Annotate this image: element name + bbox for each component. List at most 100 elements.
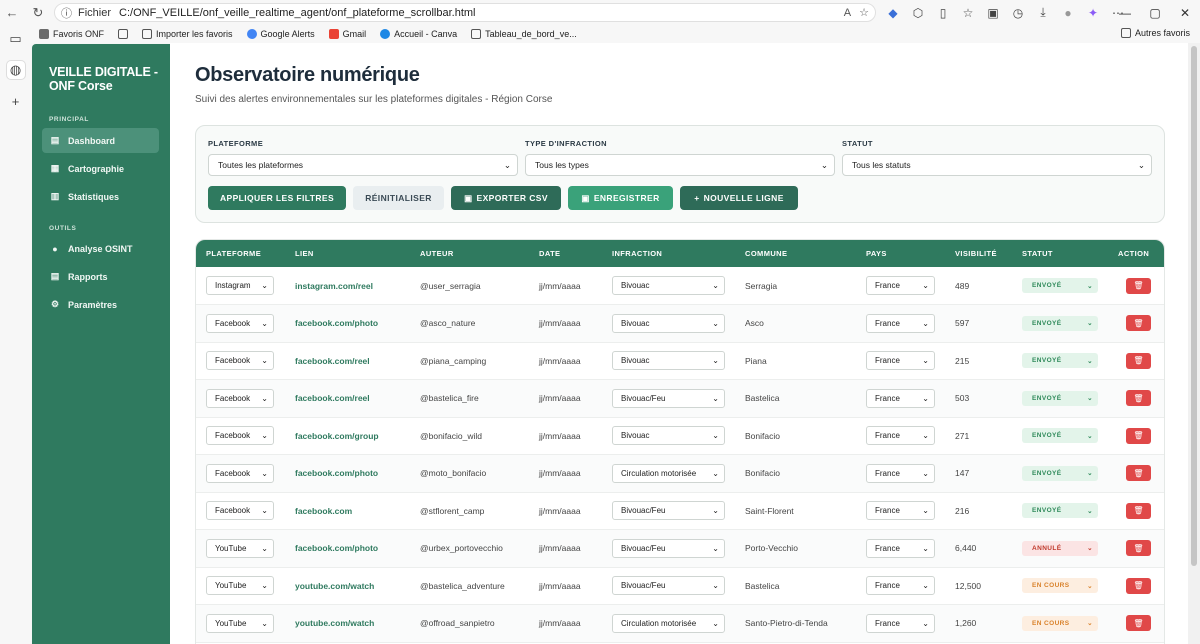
- date-cell[interactable]: jj/mm/aaaa: [529, 604, 602, 643]
- sidebar-item-statistiques[interactable]: ▥ Statistiques: [42, 184, 159, 209]
- platform-select[interactable]: Toutes les plateformes ⌄: [208, 154, 518, 176]
- type-select[interactable]: Tous les types ⌄: [525, 154, 835, 176]
- split-icon[interactable]: ▯: [934, 6, 952, 20]
- platform-cell-select[interactable]: YouTube ⌄: [206, 613, 274, 633]
- status-badge[interactable]: ENVOYÉ ⌄: [1022, 315, 1098, 331]
- platform-cell-select[interactable]: Facebook ⌄: [206, 313, 274, 333]
- bookmark-tableau[interactable]: Tableau_de_bord_ve...: [471, 29, 577, 39]
- infraction-select[interactable]: Bivouac ⌄: [612, 313, 725, 333]
- infraction-select[interactable]: Bivouac ⌄: [612, 426, 725, 446]
- date-cell[interactable]: jj/mm/aaaa: [529, 379, 602, 418]
- minimize-icon[interactable]: —: [1110, 6, 1140, 20]
- bookmark-canva[interactable]: Accueil - Canva: [380, 29, 457, 39]
- infraction-select[interactable]: Bivouac/Feu ⌄: [612, 538, 725, 558]
- page-scrollbar[interactable]: [1188, 43, 1200, 644]
- infraction-select[interactable]: Bivouac ⌄: [612, 351, 725, 371]
- country-select[interactable]: France ⌄: [866, 463, 935, 483]
- date-cell[interactable]: jj/mm/aaaa: [529, 304, 602, 343]
- delete-button[interactable]: 🗑: [1126, 577, 1151, 594]
- link[interactable]: facebook.com/photo: [295, 318, 378, 328]
- status-badge[interactable]: ENVOYÉ ⌄: [1022, 353, 1098, 369]
- date-cell[interactable]: jj/mm/aaaa: [529, 454, 602, 493]
- history-icon[interactable]: ◷: [1009, 6, 1027, 20]
- platform-cell-select[interactable]: Facebook ⌄: [206, 351, 274, 371]
- delete-button[interactable]: 🗑: [1126, 465, 1151, 482]
- export-csv-button[interactable]: ▣ EXPORTER CSV: [451, 186, 561, 210]
- link[interactable]: facebook.com/photo: [295, 543, 378, 553]
- platform-cell-select[interactable]: Facebook ⌄: [206, 388, 274, 408]
- country-select[interactable]: France ⌄: [866, 388, 935, 408]
- sidebar-item-rapports[interactable]: ▤ Rapports: [42, 264, 159, 289]
- extension-icon[interactable]: ◆: [884, 6, 902, 20]
- status-select[interactable]: Tous les statuts ⌄: [842, 154, 1152, 176]
- link[interactable]: youtube.com/watch: [295, 618, 374, 628]
- country-select[interactable]: France ⌄: [866, 501, 935, 521]
- link[interactable]: facebook.com/reel: [295, 393, 370, 403]
- country-select[interactable]: France ⌄: [866, 426, 935, 446]
- copilot-icon[interactable]: ✦: [1084, 6, 1102, 20]
- country-select[interactable]: France ⌄: [866, 276, 935, 295]
- status-badge[interactable]: ENVOYÉ ⌄: [1022, 503, 1098, 519]
- bookmark-device[interactable]: [118, 29, 129, 39]
- platform-cell-select[interactable]: YouTube ⌄: [206, 538, 274, 558]
- date-cell[interactable]: jj/mm/aaaa: [529, 417, 602, 455]
- date-cell[interactable]: jj/mm/aaaa: [529, 267, 602, 305]
- status-badge[interactable]: ANNULÉ ⌄: [1022, 540, 1098, 556]
- country-select[interactable]: France ⌄: [866, 351, 935, 371]
- status-badge[interactable]: EN COURS ⌄: [1022, 578, 1098, 594]
- read-aloud-icon[interactable]: A: [844, 7, 851, 19]
- favorite-star-icon[interactable]: ☆: [859, 6, 869, 19]
- platform-cell-select[interactable]: Facebook ⌄: [206, 426, 274, 446]
- delete-button[interactable]: 🗑: [1126, 352, 1151, 369]
- tab-actions-icon[interactable]: ▭: [6, 29, 26, 49]
- back-icon[interactable]: ←: [2, 3, 22, 23]
- link[interactable]: facebook.com/photo: [295, 468, 378, 478]
- status-badge[interactable]: ENVOYÉ ⌄: [1022, 465, 1098, 481]
- sidebar-item-analyse-osint[interactable]: ● Analyse OSINT: [42, 236, 159, 261]
- collections-icon[interactable]: ▣: [984, 6, 1002, 20]
- country-select[interactable]: France ⌄: [866, 613, 935, 633]
- bookmark-google-alerts[interactable]: Google Alerts: [246, 29, 315, 39]
- date-cell[interactable]: jj/mm/aaaa: [529, 529, 602, 568]
- country-select[interactable]: France ⌄: [866, 313, 935, 333]
- profile-avatar[interactable]: ●: [1059, 6, 1077, 20]
- delete-button[interactable]: 🗑: [1126, 277, 1151, 294]
- infraction-select[interactable]: Bivouac/Feu ⌄: [612, 501, 725, 521]
- link[interactable]: facebook.com/group: [295, 431, 379, 441]
- date-cell[interactable]: jj/mm/aaaa: [529, 492, 602, 530]
- delete-button[interactable]: 🗑: [1126, 615, 1151, 632]
- bookmark-import[interactable]: Importer les favoris: [142, 29, 233, 39]
- date-cell[interactable]: jj/mm/aaaa: [529, 342, 602, 380]
- new-tab-icon[interactable]: +: [6, 91, 26, 111]
- infraction-select[interactable]: Circulation motorisée ⌄: [612, 613, 725, 633]
- platform-cell-select[interactable]: Facebook ⌄: [206, 501, 274, 521]
- address-bar[interactable]: ⓘ Fichier C:/ONF_VEILLE/onf_veille_realt…: [54, 3, 876, 22]
- link[interactable]: facebook.com: [295, 506, 352, 516]
- close-icon[interactable]: ✕: [1170, 6, 1200, 20]
- sidebar-item-parametres[interactable]: ⚙ Paramètres: [42, 292, 159, 317]
- favorites-icon[interactable]: ☆: [959, 6, 977, 20]
- status-badge[interactable]: EN COURS ⌄: [1022, 615, 1098, 631]
- link[interactable]: instagram.com/reel: [295, 281, 373, 291]
- platform-cell-select[interactable]: YouTube ⌄: [206, 576, 274, 596]
- platform-cell-select[interactable]: Facebook ⌄: [206, 463, 274, 483]
- globe-tab-icon[interactable]: ◍: [5, 60, 26, 80]
- link[interactable]: youtube.com/watch: [295, 581, 374, 591]
- link[interactable]: facebook.com/reel: [295, 356, 370, 366]
- reload-icon[interactable]: ↻: [28, 3, 48, 23]
- scrollbar-thumb[interactable]: [1191, 46, 1197, 566]
- infraction-select[interactable]: Bivouac ⌄: [612, 276, 725, 295]
- reset-button[interactable]: RÉINITIALISER: [353, 186, 444, 210]
- status-badge[interactable]: ENVOYÉ ⌄: [1022, 278, 1098, 293]
- apply-filters-button[interactable]: APPLIQUER LES FILTRES: [208, 186, 346, 210]
- bookmark-gmail[interactable]: Gmail: [328, 29, 366, 39]
- new-line-button[interactable]: + NOUVELLE LIGNE: [680, 186, 798, 210]
- date-cell[interactable]: jj/mm/aaaa: [529, 567, 602, 605]
- sidebar-item-cartographie[interactable]: ▦ Cartographie: [42, 156, 159, 181]
- status-badge[interactable]: ENVOYÉ ⌄: [1022, 428, 1098, 444]
- platform-cell-select[interactable]: Instagram ⌄: [206, 276, 274, 295]
- sidebar-item-dashboard[interactable]: ▤ Dashboard: [42, 128, 159, 153]
- delete-button[interactable]: 🗑: [1126, 427, 1151, 444]
- url-text[interactable]: C:/ONF_VEILLE/onf_veille_realtime_agent/…: [119, 7, 475, 19]
- infraction-select[interactable]: Bivouac/Feu ⌄: [612, 388, 725, 408]
